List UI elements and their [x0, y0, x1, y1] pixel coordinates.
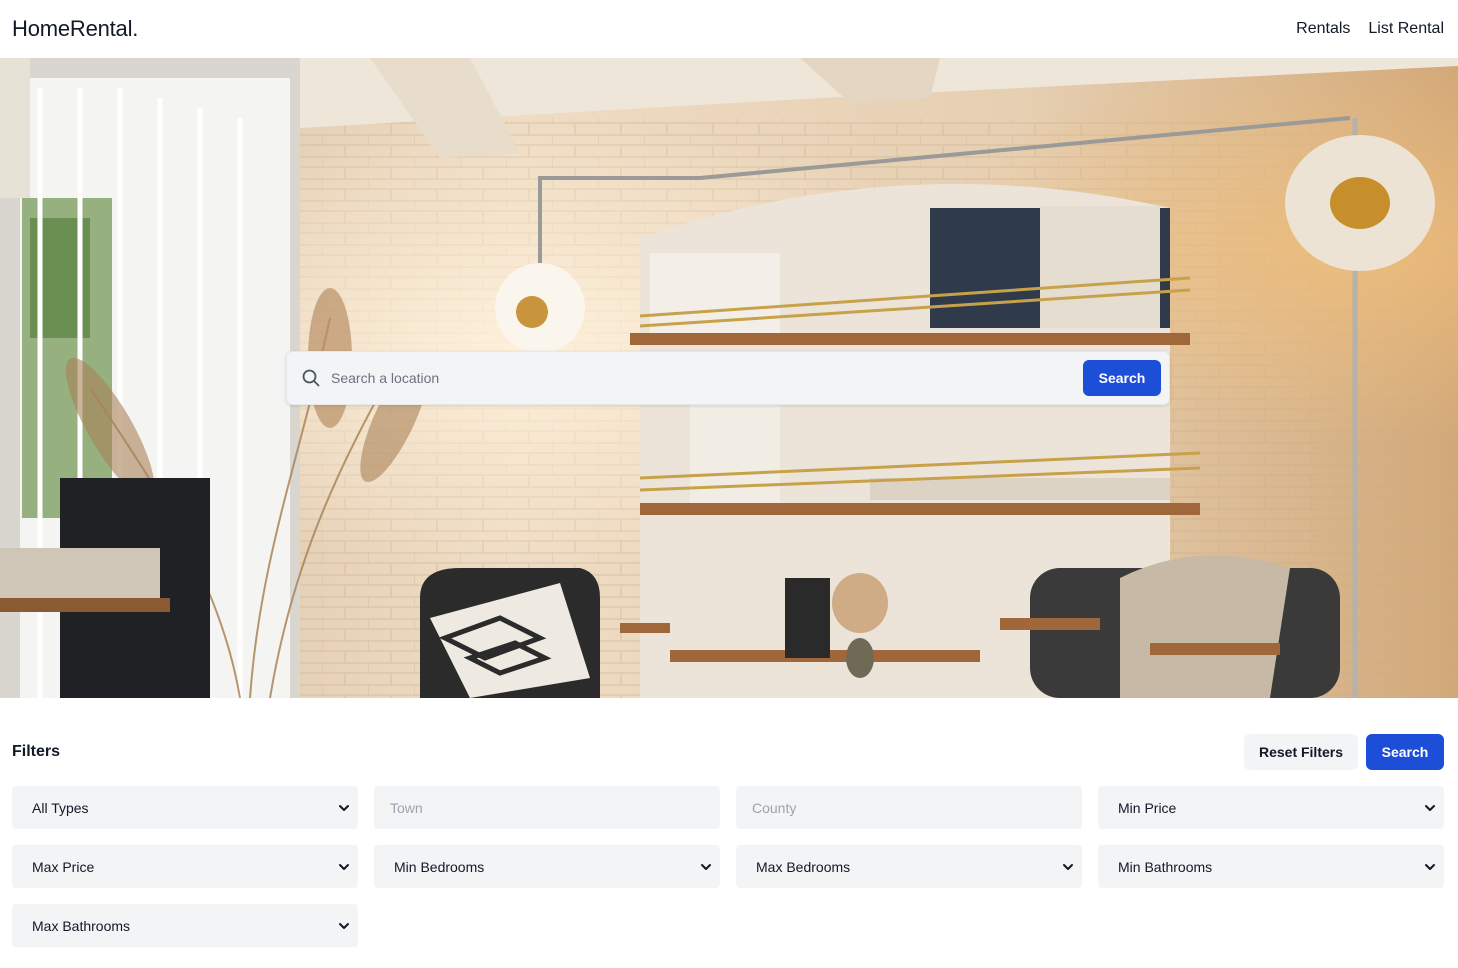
hero-search-button[interactable]: Search: [1083, 360, 1161, 396]
nav-links: Rentals List Rental: [1296, 20, 1444, 38]
chevron-down-icon: [1424, 861, 1436, 873]
min-price-value: Min Price: [1118, 799, 1177, 816]
filters-title: Filters: [12, 743, 61, 760]
chevron-down-icon: [1424, 802, 1436, 814]
chevron-down-icon: [338, 861, 350, 873]
town-field[interactable]: [374, 786, 720, 829]
chevron-down-icon: [700, 861, 712, 873]
hero-section: Search: [0, 58, 1458, 698]
max-price-select[interactable]: Max Price: [12, 845, 358, 888]
nav-link-rentals[interactable]: Rentals: [1296, 20, 1350, 38]
property-type-value: All Types: [32, 799, 89, 816]
search-icon: [301, 368, 321, 388]
filters-header: Filters Reset Filters Search: [12, 734, 1444, 770]
filter-grid: All Types Min Price Max Price Min Bedroo…: [12, 786, 1444, 947]
max-price-value: Max Price: [32, 858, 95, 875]
town-input[interactable]: [390, 799, 708, 816]
filters-section: Filters Reset Filters Search All Types M…: [0, 698, 1458, 947]
min-bathrooms-select[interactable]: Min Bathrooms: [1098, 845, 1444, 888]
reset-filters-button[interactable]: Reset Filters: [1244, 734, 1358, 770]
county-input[interactable]: [752, 799, 1070, 816]
max-bathrooms-value: Max Bathrooms: [32, 917, 131, 934]
max-bedrooms-value: Max Bedrooms: [756, 858, 851, 875]
location-search-bar: Search: [286, 351, 1170, 405]
county-field[interactable]: [736, 786, 1082, 829]
chevron-down-icon: [1062, 861, 1074, 873]
brand-logo[interactable]: HomeRental.: [12, 16, 138, 42]
chevron-down-icon: [338, 920, 350, 932]
property-type-select[interactable]: All Types: [12, 786, 358, 829]
min-bathrooms-value: Min Bathrooms: [1118, 858, 1213, 875]
nav-link-list-rental[interactable]: List Rental: [1368, 20, 1444, 38]
chevron-down-icon: [338, 802, 350, 814]
min-price-select[interactable]: Min Price: [1098, 786, 1444, 829]
location-search-input[interactable]: [331, 352, 1083, 404]
navbar: HomeRental. Rentals List Rental: [0, 0, 1458, 58]
max-bedrooms-select[interactable]: Max Bedrooms: [736, 845, 1082, 888]
max-bathrooms-select[interactable]: Max Bathrooms: [12, 904, 358, 947]
min-bedrooms-value: Min Bedrooms: [394, 858, 485, 875]
filters-search-button[interactable]: Search: [1366, 734, 1444, 770]
min-bedrooms-select[interactable]: Min Bedrooms: [374, 845, 720, 888]
filters-actions: Reset Filters Search: [1244, 734, 1444, 770]
